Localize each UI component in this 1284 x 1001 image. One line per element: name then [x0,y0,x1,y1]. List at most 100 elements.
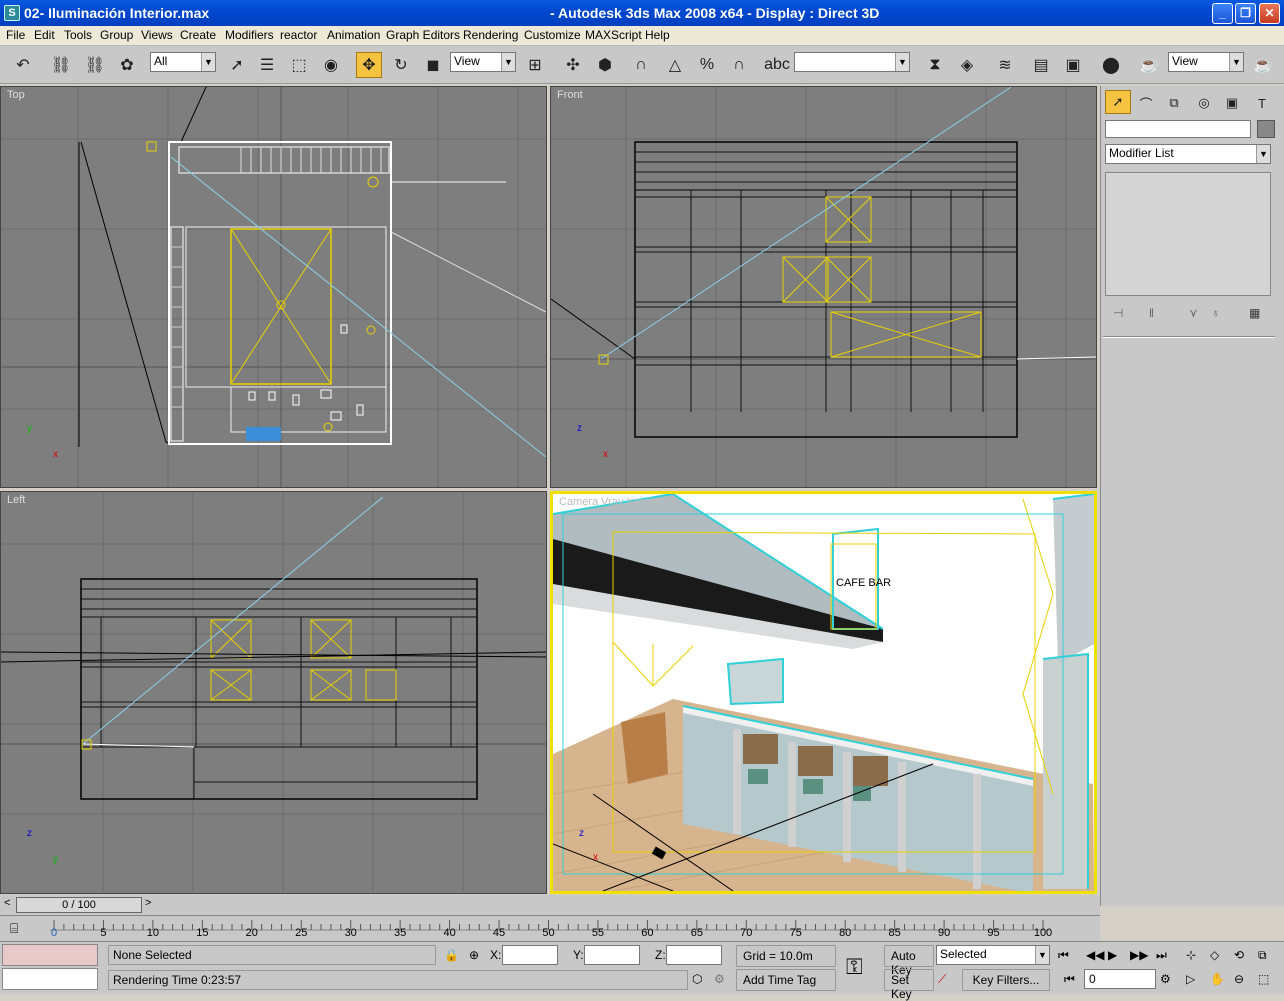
snaps-toggle-icon[interactable]: ∩ [628,52,654,78]
material-editor-icon[interactable]: ⬤ [1098,52,1124,78]
viewport-front[interactable]: Front z x [550,86,1097,488]
window-crossing-icon[interactable]: ◉ [318,52,344,78]
previous-frame-icon[interactable]: ◀◀ [1086,948,1104,962]
maxscript-input-mini[interactable] [2,968,98,990]
menu-views[interactable]: Views [141,28,173,42]
pan-view-icon[interactable]: ✋ [1210,972,1225,986]
remove-modifier-icon[interactable]: ♁ [1211,306,1220,320]
curve-editor-icon[interactable]: ▤ [1028,52,1054,78]
viewport-label[interactable]: Front [557,89,583,101]
selection-filter-dropdown[interactable]: All ▼ [150,52,216,72]
close-button[interactable]: ✕ [1259,3,1280,24]
hierarchy-tab-icon[interactable]: ⧉ [1161,90,1187,116]
render-view-dropdown[interactable]: View ▼ [1168,52,1244,72]
lock-selection-icon[interactable]: 🔒 [444,948,459,962]
utilities-tab-icon[interactable]: T [1249,90,1275,116]
motion-tab-icon[interactable]: ◎ [1191,90,1217,116]
schematic-view-icon[interactable]: ▣ [1060,52,1086,78]
object-color-swatch[interactable] [1257,120,1275,138]
field-of-view-icon[interactable]: ▷ [1186,972,1195,986]
auto-key-button[interactable]: Auto Key [884,945,934,977]
select-and-move-icon[interactable]: ✥ [356,52,382,78]
menu-customize[interactable]: Customize [524,28,581,42]
align-icon[interactable]: ◈ [954,52,980,78]
pin-stack-icon[interactable]: ⊣ [1113,306,1123,320]
spinner-snap-icon[interactable]: ∩ [726,52,752,78]
next-frame-icon[interactable]: ▶▶ [1130,948,1148,962]
set-key-button[interactable]: Set Key [884,969,934,1001]
viewport-cube-icon[interactable]: ⬡ [692,972,702,986]
absolute-mode-icon[interactable]: ⊕ [469,948,479,962]
show-end-result-icon[interactable]: ‖ [1149,306,1154,320]
menu-animation[interactable]: Animation [327,28,380,42]
menu-help[interactable]: Help [645,28,670,42]
current-frame-field[interactable]: 0 [1084,969,1156,989]
go-to-start-icon[interactable]: ⏮ [1058,948,1069,963]
add-time-tag-button[interactable]: Add Time Tag [736,969,836,991]
menu-graph-editors[interactable]: Graph Editors [386,28,460,42]
create-tab-icon[interactable]: ➚ [1105,90,1131,114]
viewport-left[interactable]: Left z y [0,491,547,894]
percent-snap-icon[interactable]: % [694,52,720,78]
viewport-camera[interactable]: CAFE BAR Camera Vray Interior 01 z x [550,491,1097,894]
zoom-all-icon[interactable]: ◇ [1210,948,1219,962]
modifier-list-dropdown[interactable]: Modifier List ▼ [1105,144,1271,164]
z-coordinate-field[interactable] [666,945,722,965]
rectangular-selection-icon[interactable]: ⬚ [286,52,312,78]
track-bar[interactable]: ⌸ 0 5 10 15 20 25 30 35 40 45 50 55 60 65 70 75 80 85 90 95… [0,915,1100,941]
time-next-button[interactable]: > [145,897,151,909]
menu-modifiers[interactable]: Modifiers [225,28,274,42]
undo-icon[interactable]: ↶ [10,52,36,78]
menu-reactor[interactable]: reactor [280,28,317,42]
modifier-stack[interactable] [1105,172,1271,296]
y-coordinate-field[interactable] [584,945,640,965]
select-and-rotate-icon[interactable]: ↻ [388,52,414,78]
menu-maxscript[interactable]: MAXScript [585,28,642,42]
go-to-end-icon[interactable]: ⏭ [1156,948,1167,963]
default-in-out-tangent-icon[interactable]: ⟋ [938,972,946,987]
pivot-center-icon[interactable]: ⊞ [522,52,548,78]
mirror-icon[interactable]: ⧗ [922,52,948,78]
menu-edit[interactable]: Edit [34,28,55,42]
viewport-label[interactable]: Top [7,89,25,101]
modify-tab-icon[interactable]: ⌒ [1133,90,1159,116]
keyboard-shortcut-override-icon[interactable]: ⬢ [592,52,618,78]
select-object-icon[interactable]: ➚ [224,52,250,78]
menu-file[interactable]: File [6,28,25,42]
viewport-label[interactable]: Left [7,494,25,506]
time-prev-button[interactable]: < [4,897,10,909]
menu-tools[interactable]: Tools [64,28,92,42]
time-config-icon[interactable]: ⚙ [1160,972,1171,986]
named-selection-dropdown[interactable]: ▼ [794,52,910,72]
maximize-viewport-icon[interactable]: ⧉ [1258,948,1267,963]
display-tab-icon[interactable]: ▣ [1219,90,1245,116]
menu-create[interactable]: Create [180,28,216,42]
maximize-button[interactable]: ❐ [1235,3,1256,24]
bind-to-space-warp-icon[interactable]: ✿ [114,52,140,78]
maximize-toggle-icon[interactable]: ⬚ [1258,972,1269,986]
render-setup-icon[interactable]: ☕ [1136,52,1162,78]
configure-modifier-sets-icon[interactable]: ▦ [1249,306,1260,320]
time-slider[interactable]: 0 / 100 [16,897,142,913]
select-and-link-icon[interactable]: ⛓ [48,52,74,78]
x-coordinate-field[interactable] [502,945,558,965]
select-by-name-icon[interactable]: ☰ [254,52,280,78]
edit-named-selection-icon[interactable]: abc [764,52,790,78]
play-icon[interactable]: ▶ [1108,948,1117,962]
orbit-icon[interactable]: ⟲ [1234,948,1244,962]
minimize-button[interactable]: _ [1212,3,1233,24]
menu-group[interactable]: Group [100,28,133,42]
app-icon[interactable]: S [4,5,20,21]
key-mode-toggle-icon[interactable]: ⏮ [1064,972,1075,987]
key-filters-button[interactable]: Key Filters... [962,969,1050,991]
key-mode-dropdown[interactable]: Selected ▼ [936,945,1050,965]
adaptive-degradation-icon[interactable]: ⚙ [714,972,725,986]
viewport-top[interactable]: Top y x [0,86,547,488]
menu-rendering[interactable]: Rendering [463,28,518,42]
viewport-label[interactable]: Camera Vray Interior 01 [559,496,676,508]
select-manipulate-icon[interactable]: ✣ [560,52,586,78]
set-key-icon[interactable]: ⚿ [846,954,863,980]
select-and-scale-icon[interactable]: ◼ [420,52,446,78]
zoom-icon[interactable]: ⊹ [1186,948,1196,962]
layer-manager-icon[interactable]: ≋ [992,52,1018,78]
